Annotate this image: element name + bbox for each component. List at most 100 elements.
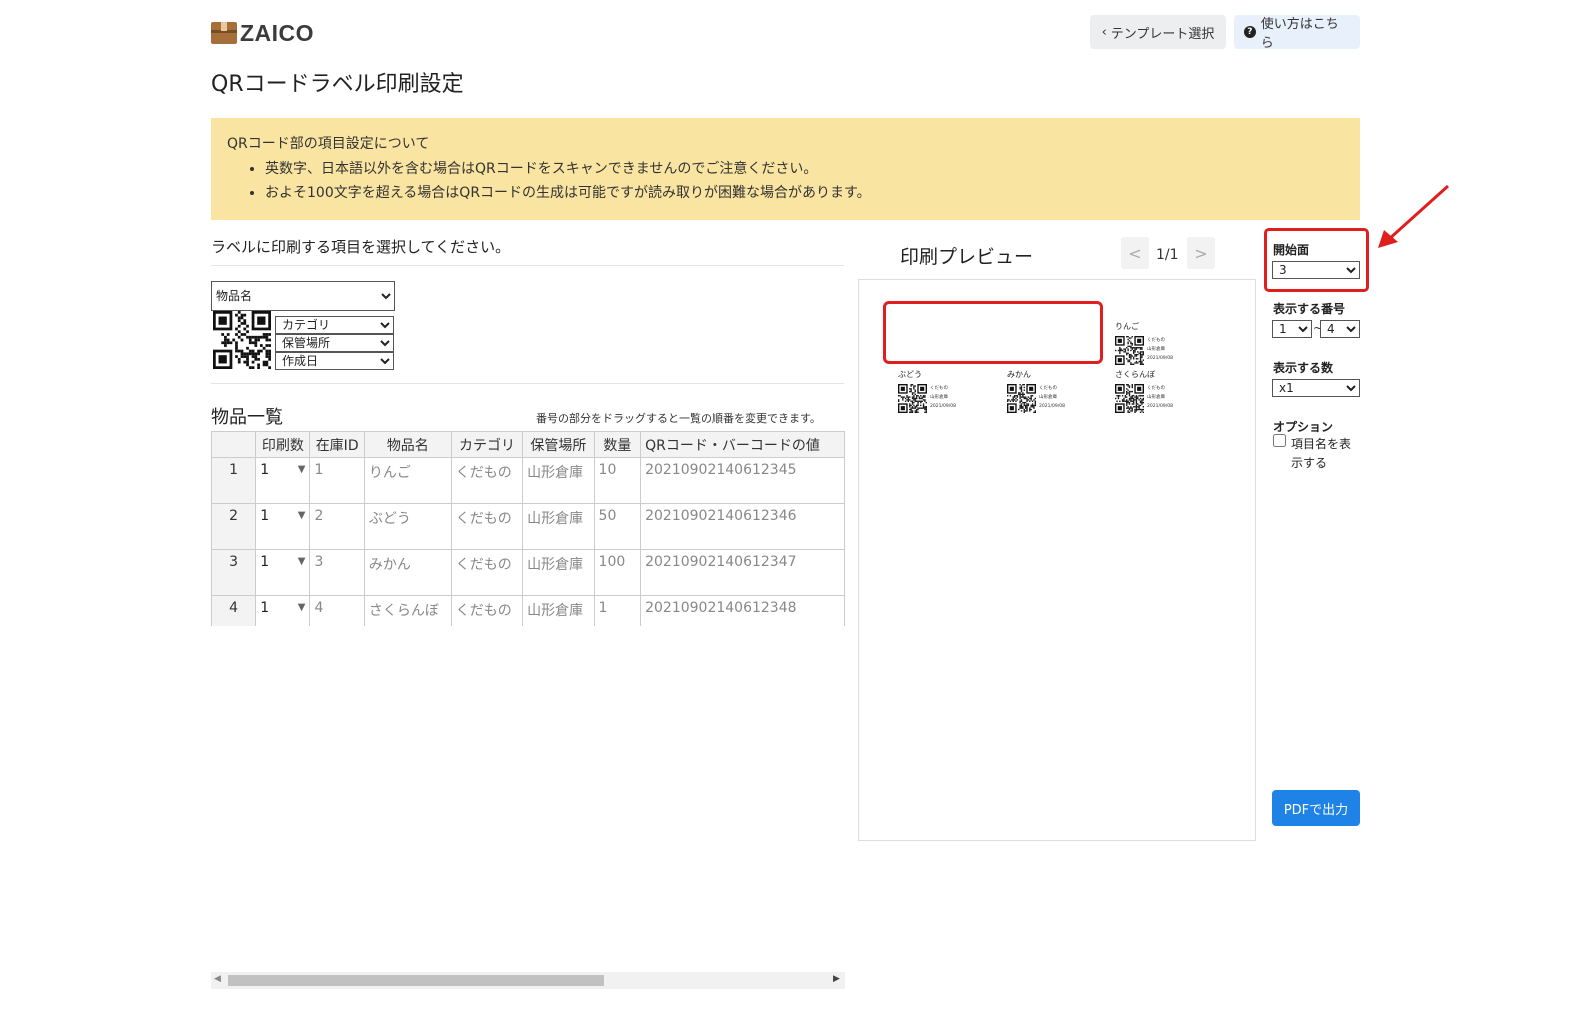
pdf-export-button[interactable]: PDFで出力 [1272, 790, 1360, 826]
box-logo-icon [211, 22, 237, 44]
item-table-wrapper: 印刷数 在庫ID 物品名 カテゴリ 保管場所 数量 QRコード・バーコードの値 … [211, 431, 845, 626]
sub-field-select-2[interactable]: 保管場所 [275, 334, 394, 352]
code-value-cell-text: 20210902140612345 [645, 462, 797, 478]
code-value-cell: 20210902140612347 [640, 549, 845, 596]
preview-label-name: りんご [1115, 322, 1139, 331]
preview-label-place: 山形倉庫 [930, 395, 948, 400]
preview-label-category: くだもの [1147, 386, 1165, 391]
question-circle-icon: ? [1244, 26, 1256, 38]
row-number-header [211, 431, 257, 458]
qr-notice-box: QRコード部の項目設定について 英数字、日本語以外を含む場合はQRコードをスキャ… [211, 118, 1360, 220]
row-number-handle[interactable]: 1 [211, 457, 257, 504]
zaico-logo[interactable]: ZAICO [211, 20, 314, 46]
logo-text: ZAICO [240, 19, 315, 46]
notice-list: 英数字、日本語以外を含む場合はQRコードをスキャンできませんのでご注意ください。… [227, 157, 1344, 205]
location-cell: 山形倉庫 [522, 503, 595, 550]
table-row[interactable]: 3 1 ▼ 3 みかん くだもの 山形倉庫 100 20210902140612347 [211, 549, 845, 596]
scrollbar-thumb[interactable] [228, 975, 604, 986]
red-arrow-icon [1378, 184, 1450, 248]
main-field-select[interactable]: 物品名 [211, 281, 395, 311]
quantity-cell: 100 [593, 549, 642, 596]
row-number-handle-text: 1 [229, 462, 239, 478]
location-cell: 山形倉庫 [522, 549, 595, 596]
item-table: 印刷数 在庫ID 物品名 カテゴリ 保管場所 数量 QRコード・バーコードの値 … [211, 431, 845, 626]
print-count-cell[interactable]: 1 ▼ [255, 457, 311, 504]
row-number-handle[interactable]: 2 [211, 503, 257, 550]
code-value-cell-text: 20210902140612347 [645, 554, 797, 570]
column-header: カテゴリ [450, 431, 524, 458]
column-header: 数量 [593, 431, 642, 458]
page-count: 1/1 [1156, 247, 1179, 263]
qr-code-icon [213, 311, 271, 369]
print-count-cell-text: 1 [260, 462, 270, 478]
sub-field-select-1[interactable]: カテゴリ [275, 316, 394, 334]
show-field-name-label[interactable]: 項目名を表示する [1291, 435, 1361, 473]
preview-label-place: 山形倉庫 [1039, 395, 1057, 400]
preview-label-category: くだもの [1039, 386, 1057, 391]
preview-qr-icon [1115, 384, 1144, 413]
template-select-label: テンプレート選択 [1110, 26, 1215, 42]
print-count-cell[interactable]: 1 ▼ [255, 503, 311, 550]
code-value-cell: 20210902140612346 [640, 503, 845, 550]
preview-label: りんご くだもの 山形倉庫 2021/09/08 [1115, 321, 1215, 369]
option-label: オプション [1273, 420, 1334, 434]
next-page-button[interactable]: > [1187, 237, 1215, 269]
preview-label-name: ぶどう [898, 370, 922, 379]
notice-title: QRコード部の項目設定について [227, 136, 430, 152]
column-header: 保管場所 [522, 431, 595, 458]
item-list-title: 物品一覧 [211, 407, 283, 428]
stock-id-cell-text: 4 [314, 600, 324, 616]
notice-item: 英数字、日本語以外を含む場合はQRコードをスキャンできませんのでご注意ください。 [265, 157, 1344, 181]
print-count-cell-text: 1 [260, 508, 270, 524]
stock-id-cell: 1 [309, 457, 365, 504]
table-row[interactable]: 1 1 ▼ 1 りんご くだもの 山形倉庫 10 20210902140612345 [211, 457, 845, 504]
row-number-handle-text: 3 [229, 554, 239, 570]
stock-id-cell-text: 1 [314, 462, 324, 478]
location-cell-text: 山形倉庫 [527, 465, 584, 481]
print-count-cell[interactable]: 1 ▼ [255, 595, 311, 626]
template-select-button[interactable]: ‹ テンプレート選択 [1090, 15, 1226, 49]
sub-field-select-3[interactable]: 作成日 [275, 352, 394, 370]
divider [211, 383, 844, 384]
preview-label-place: 山形倉庫 [1147, 395, 1165, 400]
show-field-name-checkbox[interactable] [1273, 434, 1286, 447]
dropdown-arrow-icon[interactable]: ▼ [298, 602, 306, 613]
quantity-cell-text: 10 [598, 462, 617, 478]
category-cell-text: くだもの [455, 465, 512, 481]
preview-label-date: 2021/09/08 [930, 404, 956, 409]
display-count-select[interactable]: x1 [1272, 379, 1360, 397]
help-button[interactable]: ? 使い方はこちら [1234, 15, 1360, 51]
preview-label-date: 2021/09/08 [1147, 404, 1173, 409]
quantity-cell: 10 [593, 457, 642, 504]
dropdown-arrow-icon[interactable]: ▼ [298, 510, 306, 521]
start-position-highlight [1264, 228, 1369, 292]
print-count-cell-text: 1 [260, 600, 270, 616]
table-row[interactable]: 2 1 ▼ 2 ぶどう くだもの 山形倉庫 50 20210902140612346 [211, 503, 845, 550]
notice-item: およそ100文字を超える場合はQRコードの生成は可能ですが読み取りが困難な場合が… [265, 181, 1344, 205]
row-number-handle[interactable]: 4 [211, 595, 257, 626]
number-from-select[interactable]: 1 [1272, 320, 1312, 338]
quantity-cell: 50 [593, 503, 642, 550]
dropdown-arrow-icon[interactable]: ▼ [298, 464, 306, 475]
prev-page-button[interactable]: < [1121, 237, 1149, 269]
location-cell-text: 山形倉庫 [527, 603, 584, 619]
row-number-handle-text: 4 [229, 600, 239, 616]
preview-label: さくらんぼ くだもの 山形倉庫 2021/09/08 [1115, 369, 1215, 417]
item-name-cell: ぶどう [363, 503, 452, 550]
number-to-select[interactable]: 4 [1320, 320, 1360, 338]
column-header: QRコード・バーコードの値 [640, 431, 845, 458]
table-row[interactable]: 4 1 ▼ 4 さくらんぼ くだもの 山形倉庫 1 20210902140612348 [211, 595, 845, 626]
item-name-cell-text: ぶどう [368, 511, 411, 527]
item-name-cell-text: さくらんぼ [368, 603, 439, 619]
stock-id-cell: 2 [309, 503, 365, 550]
location-cell-text: 山形倉庫 [527, 511, 584, 527]
quantity-cell-text: 1 [598, 600, 608, 616]
scroll-left-icon[interactable]: ◀ [214, 974, 221, 984]
help-label: 使い方はこちら [1260, 17, 1339, 51]
code-value-cell: 20210902140612345 [640, 457, 845, 504]
dropdown-arrow-icon[interactable]: ▼ [298, 556, 306, 567]
print-count-cell[interactable]: 1 ▼ [255, 549, 311, 596]
quantity-cell-text: 100 [598, 554, 626, 570]
row-number-handle[interactable]: 3 [211, 549, 257, 596]
scroll-right-icon[interactable]: ▶ [833, 974, 840, 984]
